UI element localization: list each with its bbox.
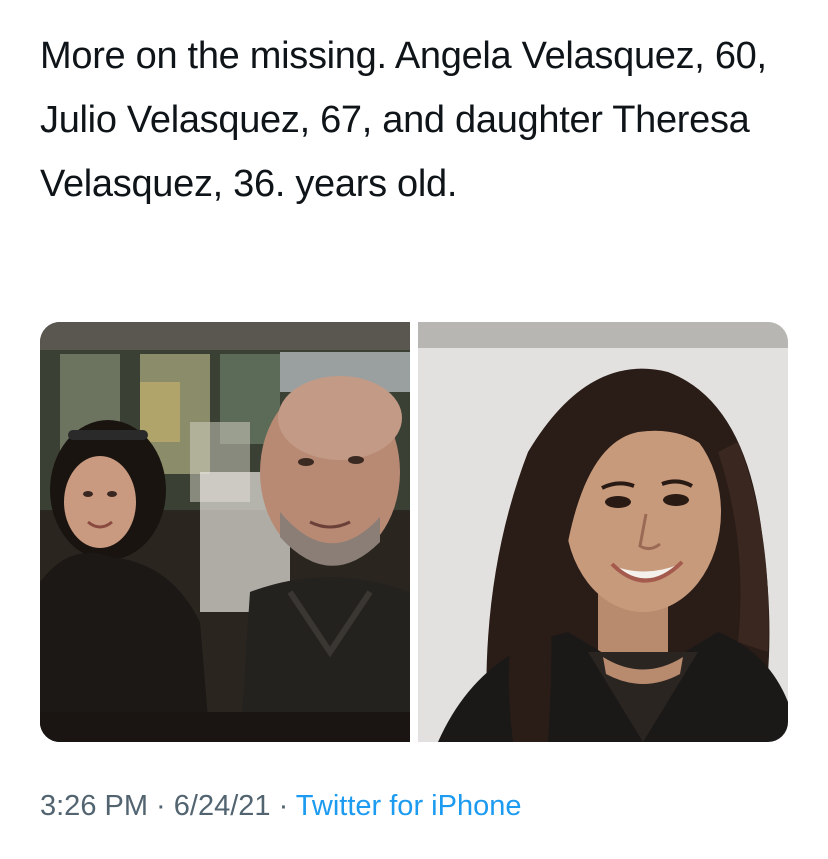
tweet-text: More on the missing. Angela Velasquez, 6… bbox=[40, 35, 767, 205]
photo-couple-image bbox=[40, 322, 410, 742]
photo-couple[interactable] bbox=[40, 322, 410, 742]
tweet-date[interactable]: 6/24/21 bbox=[174, 790, 271, 822]
photo-portrait[interactable] bbox=[418, 322, 788, 742]
meta-separator: · bbox=[270, 790, 296, 822]
tweet-source-link[interactable]: Twitter for iPhone bbox=[296, 790, 522, 822]
meta-separator: · bbox=[148, 790, 174, 822]
tweet-meta: 3:26 PM · 6/24/21 · Twitter for iPhone bbox=[40, 790, 521, 823]
photo-portrait-image bbox=[418, 322, 788, 742]
tweet-time[interactable]: 3:26 PM bbox=[40, 790, 148, 822]
media-grid bbox=[40, 322, 788, 742]
